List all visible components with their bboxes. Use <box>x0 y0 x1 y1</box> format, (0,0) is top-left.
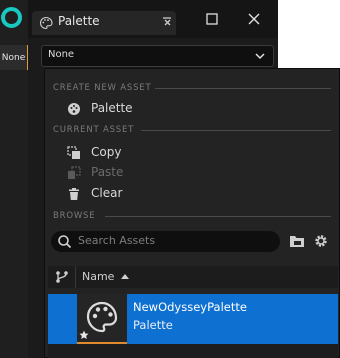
table-row[interactable]: NewOdysseyPalette Palette <box>48 294 338 344</box>
screen: None Palette None CREATE NEW ASSET Palet… <box>0 0 340 358</box>
star-icon <box>79 330 89 339</box>
pin-icon[interactable] <box>160 15 174 29</box>
menu-item-label: Paste <box>91 165 124 179</box>
maximize-icon[interactable] <box>204 11 220 27</box>
chevron-down-icon <box>255 53 265 60</box>
combo-value: None <box>48 49 75 60</box>
tab-title: Palette <box>58 14 100 28</box>
paste-icon <box>68 166 81 179</box>
tab-palette[interactable]: Palette <box>32 11 176 35</box>
close-icon[interactable] <box>246 11 262 27</box>
menu-item-label: Copy <box>91 145 122 159</box>
menu-item-clear[interactable]: Clear <box>61 184 321 204</box>
palette-icon <box>68 103 80 115</box>
table-empty-area <box>48 344 338 358</box>
filter-icon <box>56 271 68 283</box>
asset-picker-menu: CREATE NEW ASSET Palette CURRENT ASSET C… <box>44 68 340 358</box>
gear-icon[interactable] <box>313 233 329 249</box>
folder-icon[interactable] <box>289 233 305 249</box>
host-editor-strip: None <box>0 0 28 358</box>
section-create-new-asset: CREATE NEW ASSET <box>53 83 152 93</box>
section-divider <box>141 130 331 131</box>
section-divider <box>105 216 331 217</box>
menu-item-paste[interactable]: Paste <box>61 163 321 183</box>
menu-item-label: Clear <box>91 186 123 200</box>
palette-icon <box>86 301 118 333</box>
column-header-name[interactable]: Name <box>82 270 114 283</box>
menu-item-new-palette[interactable]: Palette <box>61 99 321 119</box>
trash-icon <box>69 188 79 200</box>
menu-item-copy[interactable]: Copy <box>61 143 321 163</box>
asset-table-header: Name <box>48 266 338 288</box>
window-titlebar: Palette <box>28 0 278 38</box>
asset-thumbnail <box>77 294 127 344</box>
search-assets-field[interactable]: Search Assets <box>51 231 280 252</box>
palette-combo-box[interactable]: None <box>41 45 274 67</box>
palette-icon <box>40 16 53 30</box>
row-gutter <box>48 294 74 344</box>
search-placeholder: Search Assets <box>78 234 156 247</box>
search-icon <box>58 235 72 249</box>
app-logo-icon <box>1 7 22 28</box>
asset-type: Palette <box>133 318 173 332</box>
section-browse: BROWSE <box>53 211 96 221</box>
asset-name: NewOdysseyPalette <box>133 300 247 314</box>
filter-column[interactable] <box>48 266 76 288</box>
section-divider <box>155 88 331 89</box>
copy-icon <box>67 146 80 159</box>
section-current-asset: CURRENT ASSET <box>53 125 135 135</box>
host-none-tag[interactable]: None <box>0 45 28 70</box>
menu-item-label: Palette <box>91 101 133 115</box>
sort-ascending-icon <box>121 274 129 279</box>
